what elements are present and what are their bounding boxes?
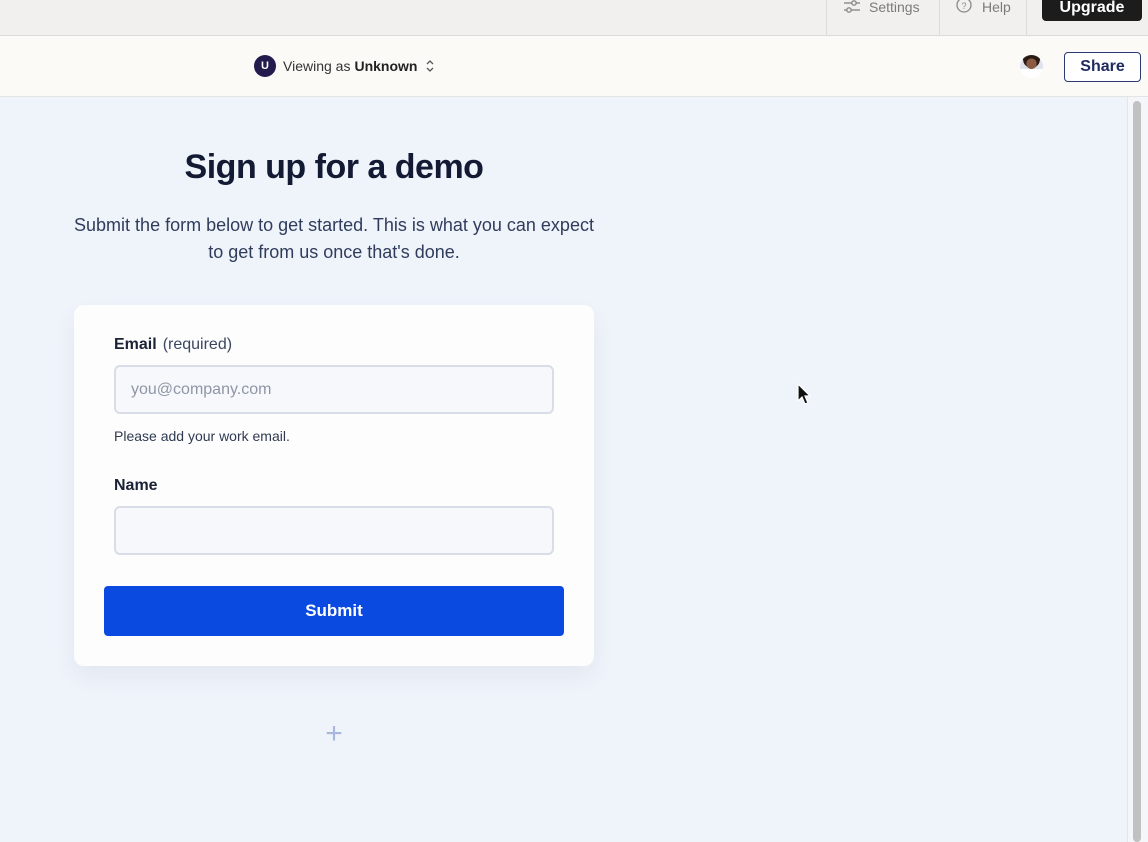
email-label-text: Email: [114, 336, 157, 353]
editor-header: U Viewing as Unknown Share: [0, 36, 1148, 97]
page-subtitle: Submit the form below to get started. Th…: [74, 215, 594, 262]
add-block-icon[interactable]: +: [322, 719, 346, 749]
viewing-prefix: Viewing as: [283, 58, 351, 74]
signup-form-card: Email (required) you@company.com Please a…: [74, 305, 594, 666]
share-button[interactable]: Share: [1064, 52, 1141, 82]
name-field[interactable]: [114, 506, 554, 555]
user-avatar[interactable]: [1020, 55, 1043, 78]
viewing-user: Unknown: [354, 58, 418, 74]
name-label: Name: [114, 477, 158, 494]
viewing-as-selector[interactable]: U Viewing as Unknown: [254, 55, 435, 77]
email-label: Email (required): [114, 336, 232, 354]
upgrade-button[interactable]: Upgrade: [1042, 0, 1142, 21]
email-required-tag: (required): [162, 336, 233, 353]
settings-button[interactable]: Settings: [826, 0, 940, 36]
email-field[interactable]: you@company.com: [114, 365, 554, 414]
svg-text:?: ?: [961, 1, 966, 11]
scrollbar-thumb[interactable]: [1133, 101, 1141, 842]
submit-button[interactable]: Submit: [104, 586, 564, 636]
sliders-icon: [844, 0, 860, 13]
settings-label: Settings: [869, 0, 920, 15]
top-bar: Settings ? Help Upgrade: [0, 0, 1148, 36]
vertical-scrollbar[interactable]: [1127, 97, 1148, 842]
page-title: Sign up for a demo: [184, 148, 484, 186]
email-hint: Please add your work email.: [114, 428, 290, 444]
help-label: Help: [982, 0, 1011, 15]
chevron-up-down-icon: [426, 60, 434, 72]
mouse-cursor-icon: [797, 383, 812, 405]
help-button[interactable]: ? Help: [940, 0, 1027, 36]
help-circle-icon: ?: [956, 0, 972, 13]
viewer-badge: U: [254, 55, 276, 77]
